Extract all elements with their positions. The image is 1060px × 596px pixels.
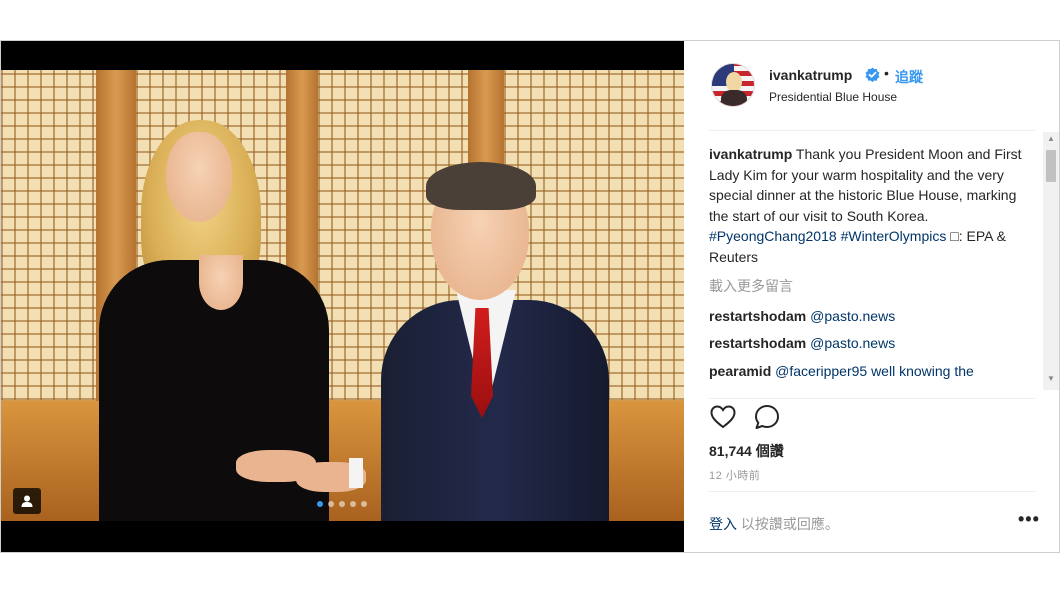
comment-text: @faceripper95 well knowing the xyxy=(775,362,974,379)
comments-list[interactable]: ivankatrump Thank you President Moon and… xyxy=(709,144,1039,396)
post-photo[interactable] xyxy=(1,70,684,521)
scroll-up-arrow-icon[interactable]: ▲ xyxy=(1047,134,1055,143)
comment-username[interactable]: restartshodam xyxy=(709,335,806,351)
load-more-comments-button[interactable]: 載入更多留言 xyxy=(709,276,1039,297)
speech-bubble-icon[interactable] xyxy=(753,403,781,431)
carousel-dot[interactable] xyxy=(350,501,356,507)
user-tag-icon[interactable] xyxy=(13,488,41,514)
carousel-dot[interactable] xyxy=(317,501,323,507)
comment-username[interactable]: pearamid xyxy=(709,363,771,379)
post-media[interactable] xyxy=(1,41,684,552)
divider xyxy=(709,130,1035,131)
location-link[interactable]: Presidential Blue House xyxy=(769,90,897,104)
heart-outline-icon[interactable] xyxy=(709,403,737,431)
verified-badge-icon xyxy=(865,67,880,82)
scroll-down-arrow-icon[interactable]: ▼ xyxy=(1047,374,1055,383)
post-timestamp[interactable]: 12 小時前 xyxy=(709,467,760,483)
comment-item: restartshodam @pasto.news xyxy=(709,333,1039,354)
hashtag-link[interactable]: #WinterOlympics xyxy=(841,228,947,244)
follow-button[interactable]: 追蹤 xyxy=(895,67,923,87)
avatar[interactable] xyxy=(711,63,755,107)
carousel-dot[interactable] xyxy=(328,501,334,507)
caption-username[interactable]: ivankatrump xyxy=(709,146,792,162)
comment-item: pearamid @faceripper95 well knowing the xyxy=(709,361,1039,382)
carousel-indicator xyxy=(317,501,367,507)
login-link[interactable]: 登入 xyxy=(709,516,737,532)
post-caption: ivankatrump Thank you President Moon and… xyxy=(709,144,1039,267)
comments-scrollbar[interactable]: ▲ ▼ xyxy=(1043,132,1059,390)
login-prompt-text: 以按讚或回應。 xyxy=(737,516,839,532)
comment-item: restartshodam @pasto.news xyxy=(709,306,1039,327)
instagram-post: ivankatrump • 追蹤 Presidential Blue House… xyxy=(0,40,1060,553)
hashtag-link[interactable]: #PyeongChang2018 xyxy=(709,228,837,244)
separator-dot: • xyxy=(884,65,889,81)
more-options-button[interactable]: ••• xyxy=(1018,509,1040,530)
comment-username[interactable]: restartshodam xyxy=(709,308,806,324)
post-sidebar: ivankatrump • 追蹤 Presidential Blue House… xyxy=(685,41,1059,552)
comment-mention[interactable]: @pasto.news xyxy=(810,335,895,351)
carousel-dot[interactable] xyxy=(339,501,345,507)
carousel-dot[interactable] xyxy=(361,501,367,507)
scroll-thumb[interactable] xyxy=(1046,150,1056,182)
divider xyxy=(709,398,1035,399)
comment-mention[interactable]: @pasto.news xyxy=(810,308,895,324)
post-header: ivankatrump • 追蹤 Presidential Blue House xyxy=(685,41,1059,130)
login-prompt: 登入 以按讚或回應。 xyxy=(709,514,839,534)
username-link[interactable]: ivankatrump xyxy=(769,67,852,83)
likes-count[interactable]: 81,744 個讚 xyxy=(709,441,784,461)
divider xyxy=(709,491,1035,492)
